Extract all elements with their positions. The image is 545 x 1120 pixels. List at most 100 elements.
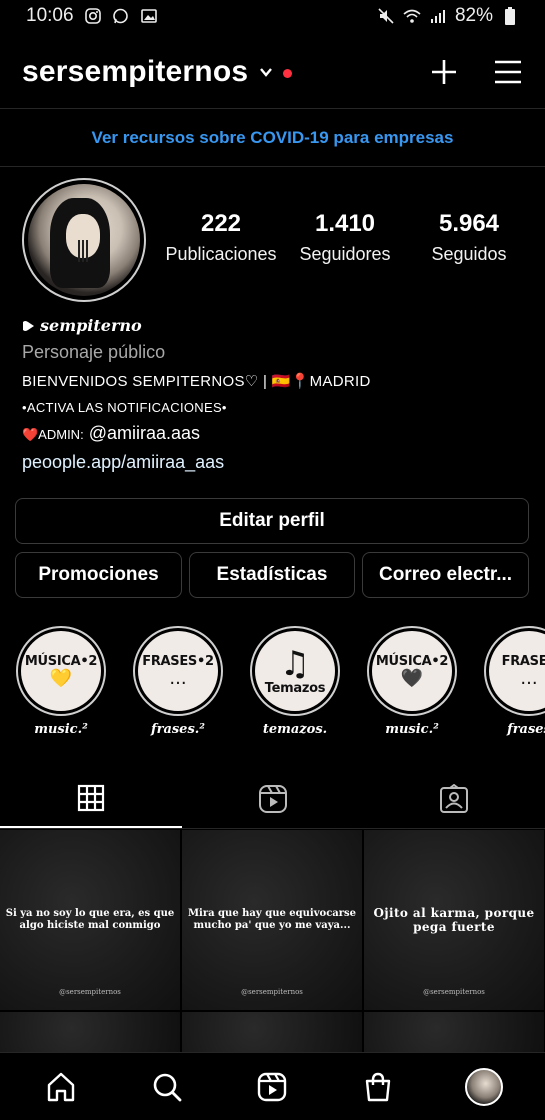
mute-icon: [377, 7, 395, 25]
divider: [0, 166, 545, 167]
avatar-image: [28, 184, 140, 296]
reels-icon: [258, 1072, 287, 1101]
highlight-cover-title: MÚSICA•2: [24, 653, 98, 669]
stat-label: Publicaciones: [165, 244, 277, 264]
stat-following[interactable]: 5.964 Seguidos: [408, 210, 530, 265]
post-thumbnail[interactable]: [182, 1012, 362, 1052]
tab-reels[interactable]: [182, 770, 364, 828]
highlight-caption: temazos.: [262, 722, 328, 737]
highlight-cover-glyph: 💛: [49, 667, 73, 689]
bottom-navigation: [0, 1052, 545, 1120]
highlight-ring: MÚSICA•2 🖤: [367, 626, 457, 716]
highlight-cover-title: MÚSICA•2: [375, 653, 449, 669]
nav-reels[interactable]: [245, 1060, 299, 1114]
home-icon: [47, 1072, 75, 1101]
notification-dot: [283, 68, 293, 78]
grid-icon: [77, 784, 104, 812]
whatsapp-icon: [112, 7, 130, 25]
nav-shop[interactable]: [351, 1060, 405, 1114]
plus-icon[interactable]: [429, 57, 459, 87]
profile-avatar[interactable]: [22, 178, 146, 302]
shopping-bag-icon: [366, 1072, 391, 1101]
story-highlight[interactable]: MÚSICA•2 🖤 music.²: [365, 626, 459, 737]
gallery-icon: [140, 7, 158, 25]
nav-search[interactable]: [140, 1060, 194, 1114]
divider: [0, 828, 545, 829]
post-thumbnail[interactable]: Mira que hay que equivocarse mucho pa' q…: [182, 830, 362, 1010]
promotions-button[interactable]: Promociones: [15, 552, 182, 598]
post-thumbnail[interactable]: [364, 1012, 544, 1052]
post-watermark: @sersempiternos: [423, 988, 485, 996]
highlight-cover-title: FRASES: [501, 653, 545, 669]
post-text: Mira que hay que equivocarse mucho pa' q…: [187, 908, 357, 931]
bio-line: ❤️ADMIN: @amiiraa.aas: [22, 423, 522, 444]
highlight-caption: frases: [507, 722, 545, 737]
highlight-caption: music.²: [385, 722, 439, 737]
stat-value: 1.410: [314, 210, 376, 237]
stat-value: 222: [200, 210, 242, 237]
story-highlight[interactable]: ♫ Temazos temazos.: [248, 626, 342, 737]
signal-icon: [429, 7, 447, 25]
bio-line: BIENVENIDOS SEMPITERNOS♡ | 🇪🇸📍MADRID: [22, 373, 371, 390]
chevron-down-icon[interactable]: [258, 64, 274, 80]
admin-label: ❤️ADMIN:: [22, 427, 84, 442]
story-highlight[interactable]: FRASES•2 ... frases.²: [131, 626, 225, 737]
highlight-ring: MÚSICA•2 💛: [16, 626, 106, 716]
highlight-cover-title: FRASES•2: [142, 653, 214, 669]
posts-grid: Si ya no soy lo que era, es que algo hic…: [0, 830, 545, 1052]
highlight-cover: FRASES ...: [489, 631, 545, 711]
bio-link[interactable]: peoople.app/amiiraa_aas: [22, 452, 522, 473]
stat-label: Seguidores: [299, 244, 391, 264]
category-label: Personaje público: [22, 342, 166, 362]
highlight-ring: FRASES•2 ...: [133, 626, 223, 716]
status-bar: 10:06 82%: [0, 0, 545, 32]
nav-home[interactable]: [34, 1060, 88, 1114]
wifi-icon: [403, 7, 421, 25]
battery-percent: 82%: [454, 5, 493, 26]
tab-grid[interactable]: [0, 770, 182, 828]
highlight-cover-title: Temazos: [264, 680, 326, 696]
highlight-cover-glyph: ...: [520, 667, 538, 689]
stat-followers[interactable]: 1.410 Seguidores: [284, 210, 406, 265]
insights-button[interactable]: Estadísticas: [189, 552, 355, 598]
post-watermark: @sersempiternos: [241, 988, 303, 996]
nav-profile[interactable]: [457, 1060, 511, 1114]
tab-tagged[interactable]: [363, 770, 545, 828]
menu-icon[interactable]: [493, 57, 523, 87]
heart-tag-icon: [23, 320, 34, 331]
story-highlight[interactable]: FRASES ... frases: [482, 626, 545, 737]
tagged-icon: [440, 784, 469, 813]
highlight-cover: FRASES•2 ...: [138, 631, 218, 711]
edit-profile-button[interactable]: Editar perfil: [15, 498, 529, 544]
instagram-icon: [84, 7, 102, 25]
divider: [0, 108, 545, 109]
highlight-cover-glyph: ...: [169, 667, 187, 689]
highlight-cover-glyph: 🖤: [400, 667, 424, 689]
profile-tabs: [0, 770, 545, 828]
profile-header: sersempiternos: [0, 40, 545, 104]
username-switcher[interactable]: sersempiternos: [22, 55, 248, 89]
stat-value: 5.964: [438, 210, 500, 237]
post-thumbnail[interactable]: [0, 1012, 180, 1052]
story-highlight[interactable]: MÚSICA•2 💛 music.²: [14, 626, 108, 737]
avatar: [465, 1067, 504, 1106]
email-button[interactable]: Correo electr...: [362, 552, 529, 598]
reels-icon: [258, 785, 287, 813]
post-text: Si ya no soy lo que era, es que algo hic…: [5, 908, 175, 931]
profile-bio: sempiterno Personaje público BIENVENIDOS…: [22, 316, 522, 473]
highlight-ring: FRASES ...: [484, 626, 545, 716]
post-text: Ojito al karma, porque pega fuerte: [373, 906, 535, 934]
battery-icon: [501, 7, 519, 25]
search-icon: [153, 1073, 182, 1101]
clock: 10:06: [26, 5, 74, 26]
stat-posts[interactable]: 222 Publicaciones: [160, 210, 282, 265]
stat-label: Seguidos: [431, 244, 507, 264]
highlight-cover: MÚSICA•2 💛: [21, 631, 101, 711]
display-name-text: sempiterno: [40, 316, 142, 335]
post-watermark: @sersempiternos: [59, 988, 121, 996]
highlight-cover: ♫ Temazos: [255, 631, 335, 711]
post-thumbnail[interactable]: Ojito al karma, porque pega fuerte @sers…: [364, 830, 544, 1010]
post-thumbnail[interactable]: Si ya no soy lo que era, es que algo hic…: [0, 830, 180, 1010]
admin-handle[interactable]: @amiiraa.aas: [84, 423, 200, 443]
covid-resources-link[interactable]: Ver recursos sobre COVID-19 para empresa…: [0, 110, 545, 166]
